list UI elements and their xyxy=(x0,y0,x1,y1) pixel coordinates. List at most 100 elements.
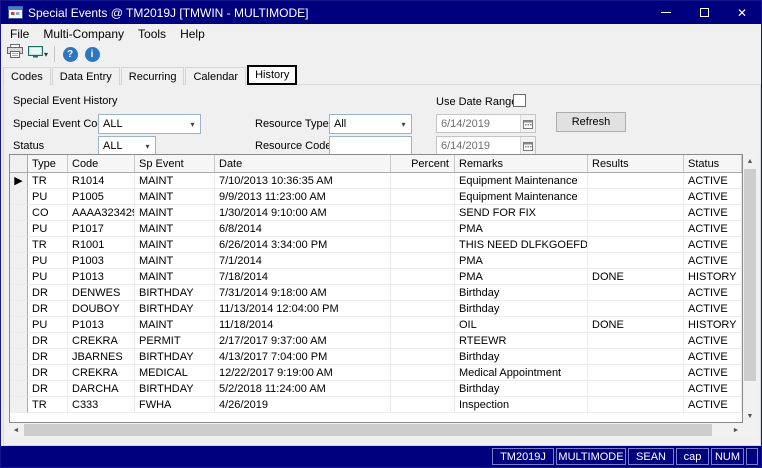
cell-percent xyxy=(391,397,455,413)
tab-codes[interactable]: Codes xyxy=(3,67,51,85)
cell-date: 7/10/2013 10:36:35 AM xyxy=(215,173,391,189)
col-header-remarks[interactable]: Remarks xyxy=(455,155,588,172)
cell-date: 1/30/2014 9:10:00 AM xyxy=(215,205,391,221)
minimize-button[interactable] xyxy=(647,1,685,24)
row-marker xyxy=(10,301,28,317)
cell-remarks: RTEEWR xyxy=(455,333,588,349)
calendar-icon[interactable] xyxy=(520,137,535,154)
cell-status: HISTORY xyxy=(684,317,742,333)
table-row[interactable]: ▶ TR R1014 MAINT 7/10/2013 10:36:35 AM E… xyxy=(10,173,742,189)
scroll-up-icon[interactable]: ▲ xyxy=(743,154,757,168)
cell-code: DENWES xyxy=(68,285,135,301)
refresh-button[interactable]: Refresh xyxy=(556,112,626,132)
chevron-down-icon: ▾ xyxy=(396,120,411,129)
status-label: Status xyxy=(13,140,44,152)
info-button[interactable]: i xyxy=(81,43,103,65)
date-to-field[interactable]: 6/14/2019 xyxy=(436,136,536,155)
menu-file[interactable]: File xyxy=(3,26,36,42)
cell-percent xyxy=(391,237,455,253)
cell-percent xyxy=(391,205,455,221)
table-row[interactable]: DR JBARNES BIRTHDAY 4/13/2017 7:04:00 PM… xyxy=(10,349,742,365)
cell-type: DR xyxy=(28,285,68,301)
chevron-down-icon[interactable]: ▾ xyxy=(44,50,48,59)
calendar-icon[interactable] xyxy=(520,115,535,132)
close-button[interactable]: ✕ xyxy=(723,1,761,24)
app-window: Special Events @ TM2019J [TMWIN - MULTIM… xyxy=(0,0,762,468)
date-from-field[interactable]: 6/14/2019 xyxy=(436,114,536,133)
use-date-range-checkbox[interactable] xyxy=(513,94,526,107)
col-header-type[interactable]: Type xyxy=(28,155,68,172)
cell-results xyxy=(588,173,684,189)
table-row[interactable]: DR CREKRA PERMIT 2/17/2017 9:37:00 AM RT… xyxy=(10,333,742,349)
menu-help[interactable]: Help xyxy=(173,26,212,42)
horizontal-scroll-thumb[interactable] xyxy=(24,424,712,436)
cell-percent xyxy=(391,333,455,349)
export-icon xyxy=(28,45,43,64)
table-row[interactable]: PU P1005 MAINT 9/9/2013 11:23:00 AM Equi… xyxy=(10,189,742,205)
cell-percent xyxy=(391,189,455,205)
toolbar: ▾ ? i xyxy=(1,43,761,65)
export-button[interactable]: ▾ xyxy=(26,43,50,65)
col-header-sp-event[interactable]: Sp Event xyxy=(135,155,215,172)
menu-tools[interactable]: Tools xyxy=(131,26,173,42)
cell-type: PU xyxy=(28,269,68,285)
tab-recurring[interactable]: Recurring xyxy=(121,67,185,85)
maximize-button[interactable] xyxy=(685,1,723,24)
table-row[interactable]: DR CREKRA MEDICAL 12/22/2017 9:19:00 AM … xyxy=(10,365,742,381)
resource-type-select[interactable]: All ▾ xyxy=(329,114,412,134)
col-header-date[interactable]: Date xyxy=(215,155,391,172)
status-select[interactable]: ALL ▾ xyxy=(98,136,156,156)
table-row[interactable]: DR DENWES BIRTHDAY 7/31/2014 9:18:00 AM … xyxy=(10,285,742,301)
table-row[interactable]: PU P1003 MAINT 7/1/2014 PMA ACTIVE xyxy=(10,253,742,269)
scroll-right-icon[interactable]: ► xyxy=(729,423,743,437)
tab-history[interactable]: History xyxy=(247,65,297,85)
cell-code: CREKRA xyxy=(68,365,135,381)
cell-percent xyxy=(391,317,455,333)
horizontal-scrollbar[interactable]: ◄ ► xyxy=(9,423,743,437)
table-row[interactable]: PU P1013 MAINT 11/18/2014 OIL DONE HISTO… xyxy=(10,317,742,333)
table-row[interactable]: PU P1013 MAINT 7/18/2014 PMA DONE HISTOR… xyxy=(10,269,742,285)
table-row[interactable]: TR R1001 MAINT 6/26/2014 3:34:00 PM THIS… xyxy=(10,237,742,253)
cell-type: DR xyxy=(28,365,68,381)
table-row[interactable]: PU P1017 MAINT 6/8/2014 PMA ACTIVE xyxy=(10,221,742,237)
cell-date: 11/13/2014 12:04:00 PM xyxy=(215,301,391,317)
cell-type: DR xyxy=(28,333,68,349)
row-marker xyxy=(10,397,28,413)
cell-type: PU xyxy=(28,189,68,205)
col-header-status[interactable]: Status xyxy=(684,155,742,172)
help-button[interactable]: ? xyxy=(59,43,81,65)
col-header-code[interactable]: Code xyxy=(68,155,135,172)
table-row[interactable]: TR C333 FWHA 4/26/2019 Inspection ACTIVE xyxy=(10,397,742,413)
cell-status: ACTIVE xyxy=(684,301,742,317)
col-header-results[interactable]: Results xyxy=(588,155,684,172)
table-row[interactable]: CO AAAA323429 MAINT 1/30/2014 9:10:00 AM… xyxy=(10,205,742,221)
special-event-code-select[interactable]: ALL ▾ xyxy=(98,114,201,134)
menu-multi-company[interactable]: Multi-Company xyxy=(36,26,131,42)
col-header-percent[interactable]: Percent xyxy=(391,155,455,172)
vertical-scroll-thumb[interactable] xyxy=(744,169,756,381)
tab-calendar[interactable]: Calendar xyxy=(185,67,246,85)
cell-code: R1001 xyxy=(68,237,135,253)
cell-results: DONE xyxy=(588,317,684,333)
vertical-scrollbar[interactable]: ▲ ▼ xyxy=(743,154,757,423)
cell-date: 7/18/2014 xyxy=(215,269,391,285)
cell-code: P1003 xyxy=(68,253,135,269)
print-button[interactable] xyxy=(4,43,26,65)
history-grid: Type Code Sp Event Date Percent Remarks … xyxy=(9,154,757,437)
cell-results: DONE xyxy=(588,269,684,285)
tab-data-entry[interactable]: Data Entry xyxy=(52,67,120,85)
titlebar: Special Events @ TM2019J [TMWIN - MULTIM… xyxy=(1,1,761,24)
table-row[interactable]: DR DOUBOY BIRTHDAY 11/13/2014 12:04:00 P… xyxy=(10,301,742,317)
cell-date: 7/31/2014 9:18:00 AM xyxy=(215,285,391,301)
resource-code-input[interactable] xyxy=(329,136,412,156)
table-row[interactable]: DR DARCHA BIRTHDAY 5/2/2018 11:24:00 AM … xyxy=(10,381,742,397)
cell-type: DR xyxy=(28,349,68,365)
cell-remarks: Birthday xyxy=(455,285,588,301)
cell-results xyxy=(588,333,684,349)
scroll-left-icon[interactable]: ◄ xyxy=(9,423,23,437)
status-caps-lock: cap xyxy=(676,448,709,465)
cell-results xyxy=(588,205,684,221)
date-from-value: 6/14/2019 xyxy=(441,118,490,130)
scroll-down-icon[interactable]: ▼ xyxy=(743,409,757,423)
row-marker xyxy=(10,381,28,397)
